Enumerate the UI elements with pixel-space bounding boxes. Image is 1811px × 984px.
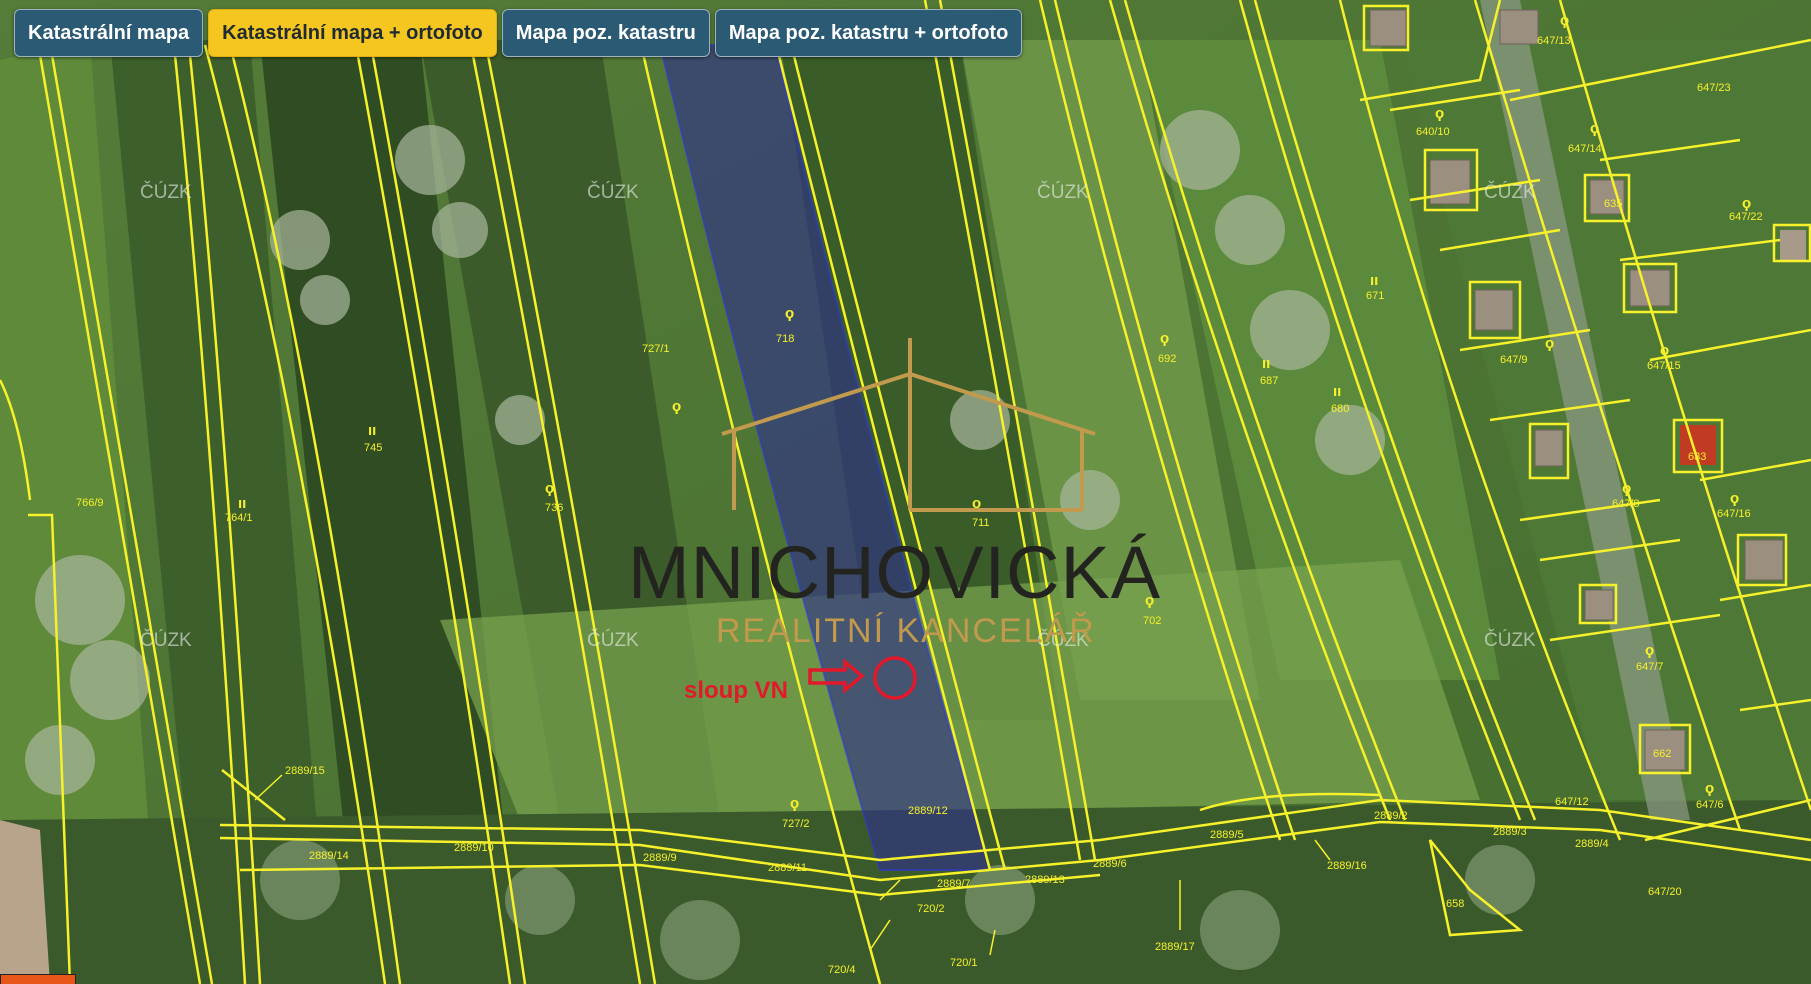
watermark-subtitle: REALITNÍ KANCELÁŘ	[716, 612, 1096, 650]
map-layer-tabs: Katastrální mapa Katastrální mapa + orto…	[14, 9, 1023, 57]
pole-annotation-label: sloup VN	[684, 677, 789, 704]
tab-land-register-map[interactable]: Mapa poz. katastru	[501, 9, 710, 57]
tab-cadastral-map-orthophoto[interactable]: Katastrální mapa + ortofoto	[208, 9, 497, 57]
tab-cadastral-map[interactable]: Katastrální mapa	[14, 9, 204, 57]
scale-bar	[0, 974, 76, 984]
watermark-logo	[721, 338, 1096, 512]
watermark-title: MNICHOVICKÁ	[628, 531, 1162, 614]
tab-land-register-map-orthophoto[interactable]: Mapa poz. katastru + ortofoto	[714, 9, 1023, 57]
map-viewport[interactable]: MNICHOVICKÁ REALITNÍ KANCELÁŘ sloup VN Č…	[0, 0, 1811, 984]
